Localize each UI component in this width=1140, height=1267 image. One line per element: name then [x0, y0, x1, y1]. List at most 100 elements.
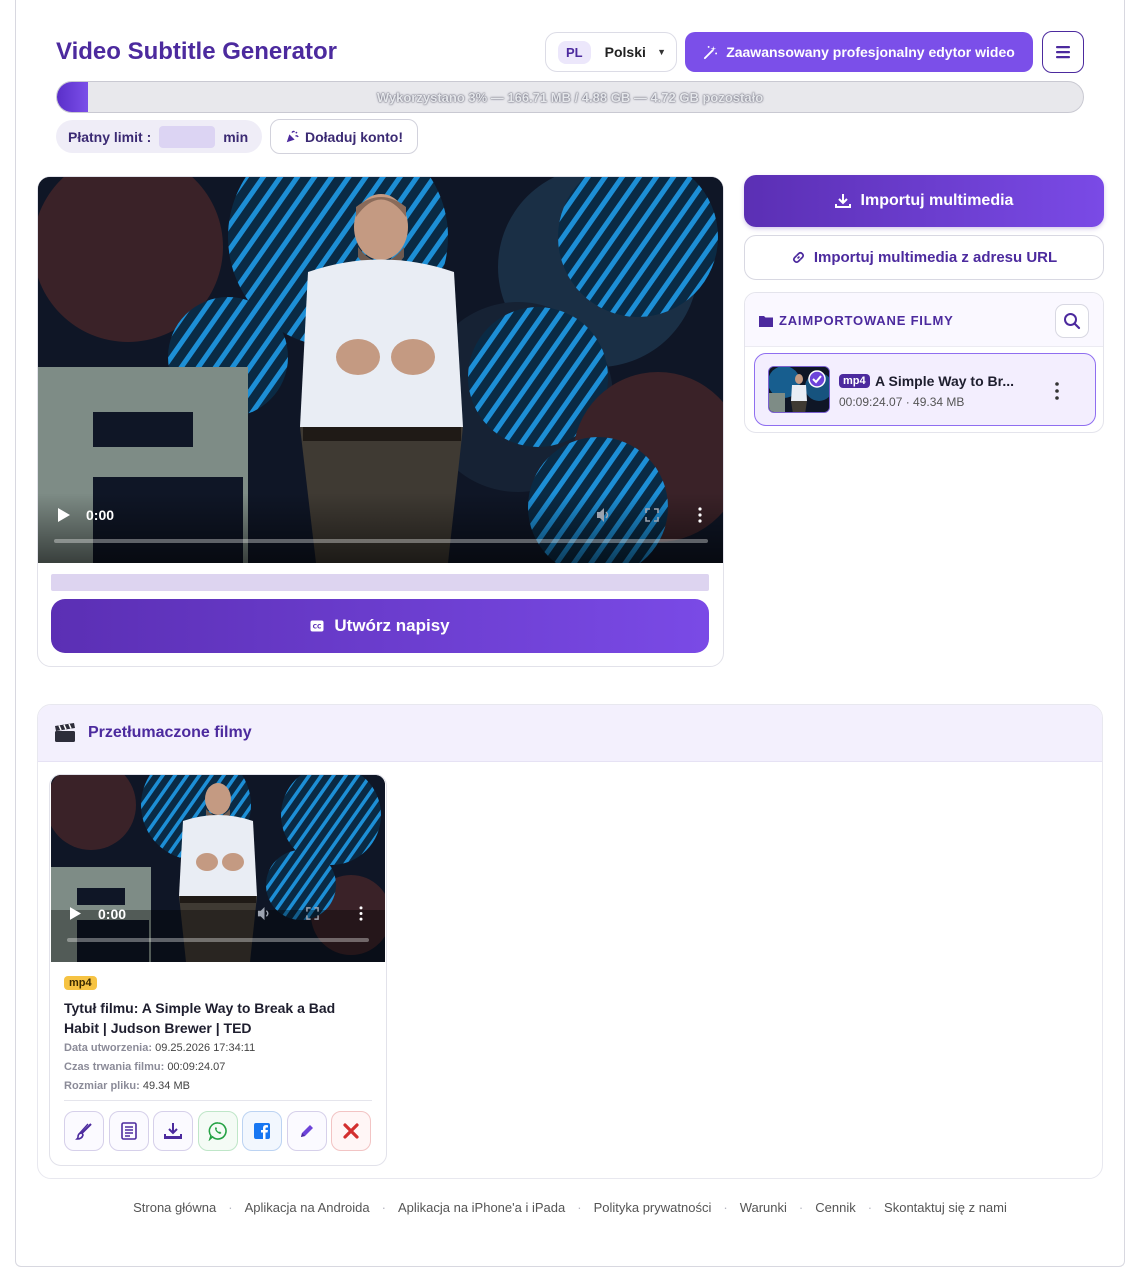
more-options-icon[interactable]: [697, 507, 703, 523]
paid-limit: Płatny limit : min: [56, 120, 262, 153]
footer-link-ios[interactable]: Aplikacja na iPhone'a i iPada: [398, 1200, 565, 1215]
play-icon[interactable]: [58, 508, 70, 522]
video-size-label: Rozmiar pliku:: [64, 1080, 140, 1092]
language-code: PL: [558, 40, 591, 64]
download-icon: [164, 1123, 182, 1139]
video-duration-label: Czas trwania filmu:: [64, 1061, 165, 1073]
footer-separator: ·: [798, 1200, 804, 1215]
play-icon[interactable]: [70, 907, 81, 920]
menu-button[interactable]: [1042, 31, 1084, 73]
translated-video-seekbar[interactable]: [67, 938, 369, 942]
translated-videos-header: Przetłumaczone filmy: [38, 705, 1102, 762]
video-duration: Czas trwania filmu: 00:09:24.07: [64, 1061, 225, 1073]
import-media-label: Importuj multimedia: [860, 192, 1014, 209]
paid-limit-value: [159, 125, 216, 148]
file-name: A Simple Way to Br...: [875, 373, 1014, 389]
footer-link-privacy[interactable]: Polityka prywatności: [594, 1200, 712, 1215]
share-whatsapp-button[interactable]: [198, 1111, 238, 1151]
video-format-badge: mp4: [64, 976, 97, 990]
paid-limit-label: Płatny limit :: [68, 128, 152, 145]
storage-usage-bar: Wykorzystano 3% — 166.71 MB / 4.88 GB — …: [56, 81, 1084, 113]
chevron-down-icon: ▼: [657, 47, 666, 57]
language-name: Polski: [604, 44, 646, 60]
language-select[interactable]: PL Polski ▼: [545, 32, 677, 72]
import-media-button[interactable]: Importuj multimedia: [744, 175, 1104, 227]
folder-icon: [759, 315, 773, 327]
pro-editor-button[interactable]: Zaawansowany profesjonalny edytor wideo: [685, 32, 1033, 72]
video-controls: [38, 493, 723, 563]
footer-separator: ·: [867, 1200, 873, 1215]
party-popper-icon: [286, 130, 299, 142]
more-options-icon[interactable]: [358, 906, 364, 921]
download-icon: [834, 194, 851, 208]
footer: Strona główna · Aplikacja na Androida · Apli…: [0, 1200, 1140, 1215]
fullscreen-icon[interactable]: [645, 508, 659, 522]
file-meta: 00:09:24.07 · 49.34 MB: [839, 395, 965, 409]
video-created: Data utworzenia: 09.25.2026 17:34:11: [64, 1042, 255, 1054]
fullscreen-icon[interactable]: [306, 907, 319, 920]
video-title: Tytuł filmu: A Simple Way to Break a Bad…: [64, 1000, 336, 1036]
volume-icon[interactable]: [596, 507, 612, 523]
footer-link-home[interactable]: Strona główna: [133, 1200, 216, 1215]
footer-separator: ·: [577, 1200, 582, 1215]
create-subtitles-label: Utwórz napisy: [334, 616, 450, 635]
create-subtitles-button[interactable]: CC Utwórz napisy: [51, 599, 709, 653]
closed-captions-icon: CC: [310, 620, 324, 632]
whatsapp-icon: [208, 1122, 227, 1141]
recharge-label: Doładuj konto!: [305, 128, 403, 145]
subtitle-progress-strip: [51, 574, 709, 591]
clapperboard-icon: [55, 723, 75, 742]
footer-link-pricing[interactable]: Cennik: [815, 1200, 855, 1215]
recharge-button[interactable]: Doładuj konto!: [270, 119, 418, 154]
edit-button[interactable]: [287, 1111, 327, 1151]
facebook-icon: [254, 1123, 270, 1139]
footer-link-terms[interactable]: Warunki: [740, 1200, 787, 1215]
translated-video-frame: [51, 775, 385, 962]
volume-icon[interactable]: [257, 906, 272, 921]
video-size: Rozmiar pliku: 49.34 MB: [64, 1080, 190, 1092]
imported-videos-title: ZAIMPORTOWANE FILMY: [759, 313, 954, 328]
link-icon: [792, 251, 804, 264]
download-button[interactable]: [153, 1111, 193, 1151]
translated-video-time: 0:00: [98, 906, 127, 922]
storage-usage-text: Wykorzystano 3% — 166.71 MB / 4.88 GB — …: [376, 89, 764, 105]
file-format-badge: mp4: [839, 374, 870, 388]
file-options-icon[interactable]: [1055, 381, 1059, 401]
footer-separator: ·: [381, 1200, 386, 1215]
video-time: 0:00: [86, 507, 115, 523]
search-icon: [1064, 313, 1081, 330]
brush-icon: [75, 1123, 92, 1140]
video-created-label: Data utworzenia:: [64, 1042, 153, 1054]
transcript-button[interactable]: [109, 1111, 149, 1151]
pro-editor-label: Zaawansowany profesjonalny edytor wideo: [726, 44, 1015, 60]
divider: [64, 1100, 372, 1101]
check-circle-icon: [808, 370, 826, 388]
pencil-icon: [301, 1125, 313, 1137]
imported-videos-panel: ZAIMPORTOWANE FILMY mp4 A Simple Way to …: [744, 292, 1104, 433]
document-icon: [121, 1122, 137, 1140]
imported-videos-header: ZAIMPORTOWANE FILMY: [745, 293, 1103, 347]
search-button[interactable]: [1055, 304, 1089, 338]
hamburger-icon: [1056, 46, 1070, 59]
close-icon: [343, 1123, 359, 1139]
video-player[interactable]: [38, 177, 723, 563]
app-title: Video Subtitle Generator: [56, 38, 337, 65]
video-seekbar[interactable]: [54, 539, 708, 543]
footer-separator: ·: [723, 1200, 728, 1215]
imported-file-item[interactable]: mp4 A Simple Way to Br... 00:09:24.07 · …: [754, 353, 1096, 426]
magic-wand-icon: [704, 45, 718, 59]
footer-link-android[interactable]: Aplikacja na Androida: [245, 1200, 370, 1215]
translated-video-player[interactable]: [51, 775, 385, 962]
edit-style-button[interactable]: [64, 1111, 104, 1151]
footer-link-contact[interactable]: Skontaktuj się z nami: [884, 1200, 1007, 1215]
imported-videos-title-text: ZAIMPORTOWANE FILMY: [779, 313, 954, 328]
delete-button[interactable]: [331, 1111, 371, 1151]
footer-separator: ·: [228, 1200, 233, 1215]
video-duration-value: 00:09:24.07: [167, 1061, 226, 1073]
video-created-value: 09.25.2026 17:34:11: [155, 1042, 256, 1054]
import-url-label: Importuj multimedia z adresu URL: [813, 249, 1058, 266]
share-facebook-button[interactable]: [242, 1111, 282, 1151]
video-size-value: 49.34 MB: [142, 1080, 190, 1092]
import-url-button[interactable]: Importuj multimedia z adresu URL: [744, 235, 1104, 280]
file-thumbnail: [768, 366, 830, 413]
